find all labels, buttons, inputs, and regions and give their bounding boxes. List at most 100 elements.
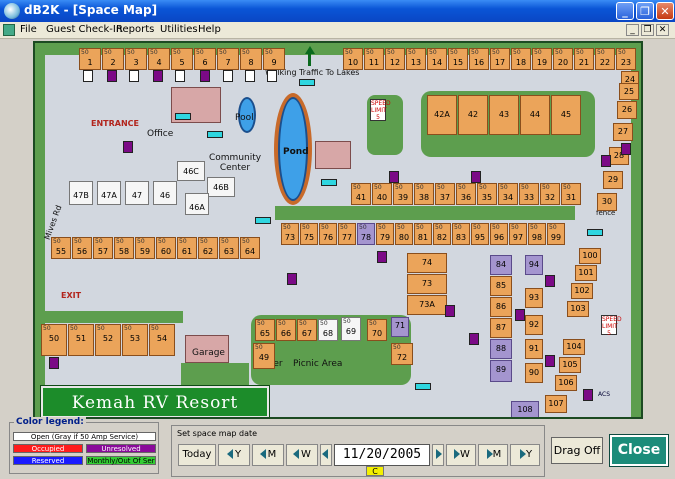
site-49[interactable]: 50 49 xyxy=(253,343,275,369)
site-11[interactable]: 50 11 xyxy=(364,48,384,70)
site-1[interactable]: 50 1 xyxy=(79,48,101,70)
site-10[interactable]: 50 10 xyxy=(343,48,363,70)
close-window-button[interactable]: ✕ xyxy=(656,2,674,20)
site-12[interactable]: 50 12 xyxy=(385,48,405,70)
site-27[interactable]: 27 xyxy=(613,123,633,141)
next-day-button[interactable] xyxy=(432,444,444,466)
site-15[interactable]: 50 15 xyxy=(448,48,468,70)
site-16[interactable]: 50 16 xyxy=(469,48,489,70)
site-73[interactable]: 73 xyxy=(407,274,447,294)
site-18[interactable]: 50 18 xyxy=(511,48,531,70)
site-31[interactable]: 50 31 xyxy=(561,183,581,205)
site-17[interactable]: 50 17 xyxy=(490,48,510,70)
site-30[interactable]: 30 xyxy=(597,193,617,211)
doc-minimize-button[interactable]: _ xyxy=(626,24,639,36)
site-13[interactable]: 50 13 xyxy=(406,48,426,70)
site-73a[interactable]: 73A xyxy=(407,295,447,315)
close-button[interactable]: Close xyxy=(610,435,668,466)
site-94[interactable]: 94 xyxy=(525,255,543,275)
site-66[interactable]: 50 66 xyxy=(276,319,296,341)
site-39[interactable]: 50 39 xyxy=(393,183,413,205)
site-20[interactable]: 50 20 xyxy=(553,48,573,70)
site-9[interactable]: 50 9 xyxy=(263,48,285,70)
site-71[interactable]: 71 xyxy=(391,317,409,337)
next-year-button[interactable]: Y xyxy=(510,444,540,466)
site-19[interactable]: 50 19 xyxy=(532,48,552,70)
site-79[interactable]: 50 79 xyxy=(376,223,394,245)
site-34[interactable]: 50 34 xyxy=(498,183,518,205)
doc-close-button[interactable]: ✕ xyxy=(656,24,669,36)
site-33[interactable]: 50 33 xyxy=(519,183,539,205)
site-73-row[interactable]: 50 73 xyxy=(281,223,299,245)
doc-restore-button[interactable]: ❐ xyxy=(641,24,654,36)
site-25[interactable]: 25 xyxy=(619,83,639,100)
site-64[interactable]: 50 64 xyxy=(240,237,260,259)
site-2[interactable]: 50 2 xyxy=(102,48,124,70)
site-72[interactable]: 50 72 xyxy=(391,343,413,365)
site-4[interactable]: 50 4 xyxy=(148,48,170,70)
site-105[interactable]: 105 xyxy=(559,357,581,373)
site-99[interactable]: 50 99 xyxy=(547,223,565,245)
menu-reports[interactable]: Reports xyxy=(116,24,154,35)
menu-help[interactable]: Help xyxy=(198,24,221,35)
site-42[interactable]: 42 xyxy=(458,95,488,135)
minimize-button[interactable]: _ xyxy=(616,2,634,20)
site-67[interactable]: 50 67 xyxy=(297,319,317,341)
prev-year-button[interactable]: Y xyxy=(218,444,250,466)
site-82[interactable]: 50 82 xyxy=(433,223,451,245)
site-93[interactable]: 93 xyxy=(525,288,543,308)
site-47[interactable]: 47 xyxy=(125,181,149,205)
site-21[interactable]: 50 21 xyxy=(574,48,594,70)
next-week-button[interactable]: W xyxy=(446,444,476,466)
site-108[interactable]: 108 xyxy=(511,401,539,417)
site-5[interactable]: 50 5 xyxy=(171,48,193,70)
drag-off-button[interactable]: Drag Off xyxy=(551,437,603,464)
site-70[interactable]: 50 70 xyxy=(367,319,387,341)
site-59[interactable]: 50 59 xyxy=(135,237,155,259)
site-85[interactable]: 85 xyxy=(490,276,512,296)
site-77[interactable]: 50 77 xyxy=(338,223,356,245)
site-53[interactable]: 50 53 xyxy=(122,324,148,356)
site-41[interactable]: 50 41 xyxy=(351,183,371,205)
site-3[interactable]: 50 3 xyxy=(125,48,147,70)
site-58[interactable]: 50 58 xyxy=(114,237,134,259)
restore-button[interactable]: ❐ xyxy=(636,2,654,20)
calendar-button[interactable]: C xyxy=(366,466,384,476)
site-62[interactable]: 50 62 xyxy=(198,237,218,259)
site-100[interactable]: 100 xyxy=(579,248,601,264)
site-101[interactable]: 101 xyxy=(575,265,597,281)
site-95[interactable]: 50 95 xyxy=(471,223,489,245)
site-107[interactable]: 107 xyxy=(545,395,567,413)
site-22[interactable]: 50 22 xyxy=(595,48,615,70)
site-84[interactable]: 84 xyxy=(490,255,512,275)
site-45[interactable]: 45 xyxy=(551,95,581,135)
site-29[interactable]: 29 xyxy=(603,171,623,189)
site-57[interactable]: 50 57 xyxy=(93,237,113,259)
site-35[interactable]: 50 35 xyxy=(477,183,497,205)
menu-utilities[interactable]: Utilities xyxy=(160,24,198,35)
menu-guest-check-in[interactable]: Guest Check-In xyxy=(46,24,122,35)
date-field[interactable]: 11/20/2005 xyxy=(334,444,430,466)
site-47b[interactable]: 47B xyxy=(69,181,93,205)
site-83[interactable]: 50 83 xyxy=(452,223,470,245)
site-40[interactable]: 50 40 xyxy=(372,183,392,205)
site-103[interactable]: 103 xyxy=(567,301,589,317)
site-23[interactable]: 50 23 xyxy=(616,48,636,70)
menu-file[interactable]: File xyxy=(20,24,37,35)
site-44[interactable]: 44 xyxy=(520,95,550,135)
site-47a[interactable]: 47A xyxy=(97,181,121,205)
prev-month-button[interactable]: M xyxy=(252,444,284,466)
site-43[interactable]: 43 xyxy=(489,95,519,135)
site-86[interactable]: 86 xyxy=(490,297,512,317)
site-88[interactable]: 88 xyxy=(490,339,512,359)
site-69[interactable]: 50 69 xyxy=(341,317,361,341)
site-90[interactable]: 90 xyxy=(525,363,543,383)
prev-day-button[interactable] xyxy=(320,444,332,466)
site-80[interactable]: 50 80 xyxy=(395,223,413,245)
site-78[interactable]: 50 78 xyxy=(357,223,375,245)
site-42a[interactable]: 42A xyxy=(427,95,457,135)
site-46[interactable]: 46 xyxy=(153,181,177,205)
site-74[interactable]: 74 xyxy=(407,253,447,273)
site-76[interactable]: 50 76 xyxy=(319,223,337,245)
site-63[interactable]: 50 63 xyxy=(219,237,239,259)
